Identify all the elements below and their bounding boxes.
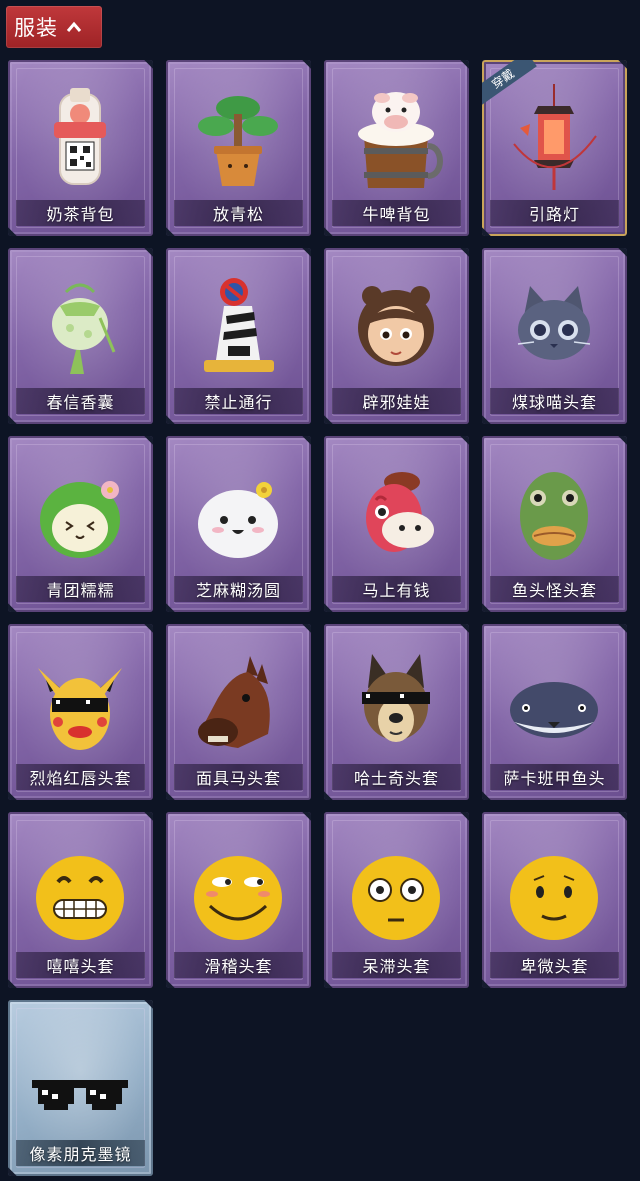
item-card-lantern[interactable]: 穿戴 引路灯 bbox=[482, 60, 627, 236]
fish-mask-icon bbox=[520, 472, 588, 560]
item-card-milk-tea-backpack[interactable]: 奶茶背包 bbox=[8, 60, 153, 236]
yellow-mask-icon bbox=[38, 668, 122, 750]
cat-head-icon bbox=[517, 286, 591, 360]
item-name: 禁止通行 bbox=[204, 393, 273, 412]
item-name: 滑稽头套 bbox=[204, 957, 273, 976]
chevron-up-icon bbox=[66, 21, 82, 32]
item-card-fish-mask[interactable]: 鱼头怪头套 bbox=[482, 436, 627, 612]
smirk-emoji-icon bbox=[194, 856, 282, 940]
item-card-green-dumpling[interactable]: 青团糯糯 bbox=[8, 436, 153, 612]
milk-tea-backpack-icon bbox=[54, 88, 106, 185]
stare-emoji-icon bbox=[352, 856, 440, 940]
item-name: 萨卡班甲鱼头 bbox=[503, 769, 606, 788]
item-card-red-horse[interactable]: 马上有钱 bbox=[324, 436, 469, 612]
timid-emoji-icon bbox=[510, 856, 598, 940]
item-card-smirk-emoji[interactable]: 滑稽头套 bbox=[166, 812, 311, 988]
item-card-yellow-mask[interactable]: 烈焰红唇头套 bbox=[8, 624, 153, 800]
horse-mask-icon bbox=[198, 656, 270, 748]
item-name: 呆滞头套 bbox=[362, 957, 431, 976]
item-name: 哈士奇头套 bbox=[353, 769, 439, 788]
item-card-potted-pine[interactable]: 放青松 bbox=[166, 60, 311, 236]
lantern-icon bbox=[513, 84, 597, 190]
item-card-sacabambaspis[interactable]: 萨卡班甲鱼头 bbox=[482, 624, 627, 800]
item-card-rice-ball[interactable]: 芝麻糊汤圆 bbox=[166, 436, 311, 612]
item-name: 鱼头怪头套 bbox=[511, 581, 597, 600]
item-name: 烈焰红唇头套 bbox=[29, 769, 132, 788]
item-card-timid-emoji[interactable]: 卑微头套 bbox=[482, 812, 627, 988]
item-name: 奶茶背包 bbox=[46, 205, 115, 224]
item-name: 马上有钱 bbox=[362, 581, 431, 600]
item-name: 青团糯糯 bbox=[46, 581, 115, 600]
item-name: 辟邪娃娃 bbox=[362, 393, 431, 412]
item-card-husky-mask[interactable]: 哈士奇头套 bbox=[324, 624, 469, 800]
item-card-sachet[interactable]: 春信香囊 bbox=[8, 248, 153, 424]
item-card-horse-mask[interactable]: 面具马头套 bbox=[166, 624, 311, 800]
item-card-stare-emoji[interactable]: 呆滞头套 bbox=[324, 812, 469, 988]
item-name: 春信香囊 bbox=[46, 393, 115, 412]
grin-emoji-icon bbox=[36, 856, 124, 940]
item-name: 面具马头套 bbox=[195, 769, 281, 788]
item-name: 芝麻糊汤圆 bbox=[195, 581, 281, 600]
no-entry-cone-icon bbox=[204, 278, 274, 372]
item-card-pixel-sunglasses[interactable]: 像素朋克墨镜 bbox=[8, 1000, 153, 1176]
item-name: 嘻嘻头套 bbox=[46, 957, 115, 976]
item-card-no-entry[interactable]: 禁止通行 bbox=[166, 248, 311, 424]
sacabambaspis-icon bbox=[510, 682, 598, 738]
outfit-section-title: 服装 bbox=[14, 16, 58, 40]
item-name: 引路灯 bbox=[528, 205, 580, 224]
outfit-section-toggle[interactable]: 服装 bbox=[6, 6, 102, 48]
item-card-grin-emoji[interactable]: 嘻嘻头套 bbox=[8, 812, 153, 988]
cow-beer-mug-icon bbox=[358, 92, 443, 188]
red-horse-icon bbox=[366, 472, 434, 552]
item-card-doll-head[interactable]: 辟邪娃娃 bbox=[324, 248, 469, 424]
item-name: 放青松 bbox=[212, 205, 264, 224]
item-card-cow-beer-mug[interactable]: 牛啤背包 bbox=[324, 60, 469, 236]
potted-pine-icon bbox=[198, 96, 278, 186]
item-name: 牛啤背包 bbox=[362, 205, 431, 224]
green-dumpling-icon bbox=[40, 481, 120, 558]
doll-head-icon bbox=[358, 286, 434, 366]
husky-mask-icon bbox=[362, 654, 430, 742]
sachet-icon bbox=[52, 283, 116, 374]
pixel-sunglasses-icon bbox=[32, 1080, 128, 1110]
item-name: 像素朋克墨镜 bbox=[29, 1145, 132, 1164]
item-name: 煤球喵头套 bbox=[511, 393, 597, 412]
rice-ball-icon bbox=[198, 482, 278, 558]
item-card-cat-head[interactable]: 煤球喵头套 bbox=[482, 248, 627, 424]
item-name: 卑微头套 bbox=[520, 957, 589, 976]
